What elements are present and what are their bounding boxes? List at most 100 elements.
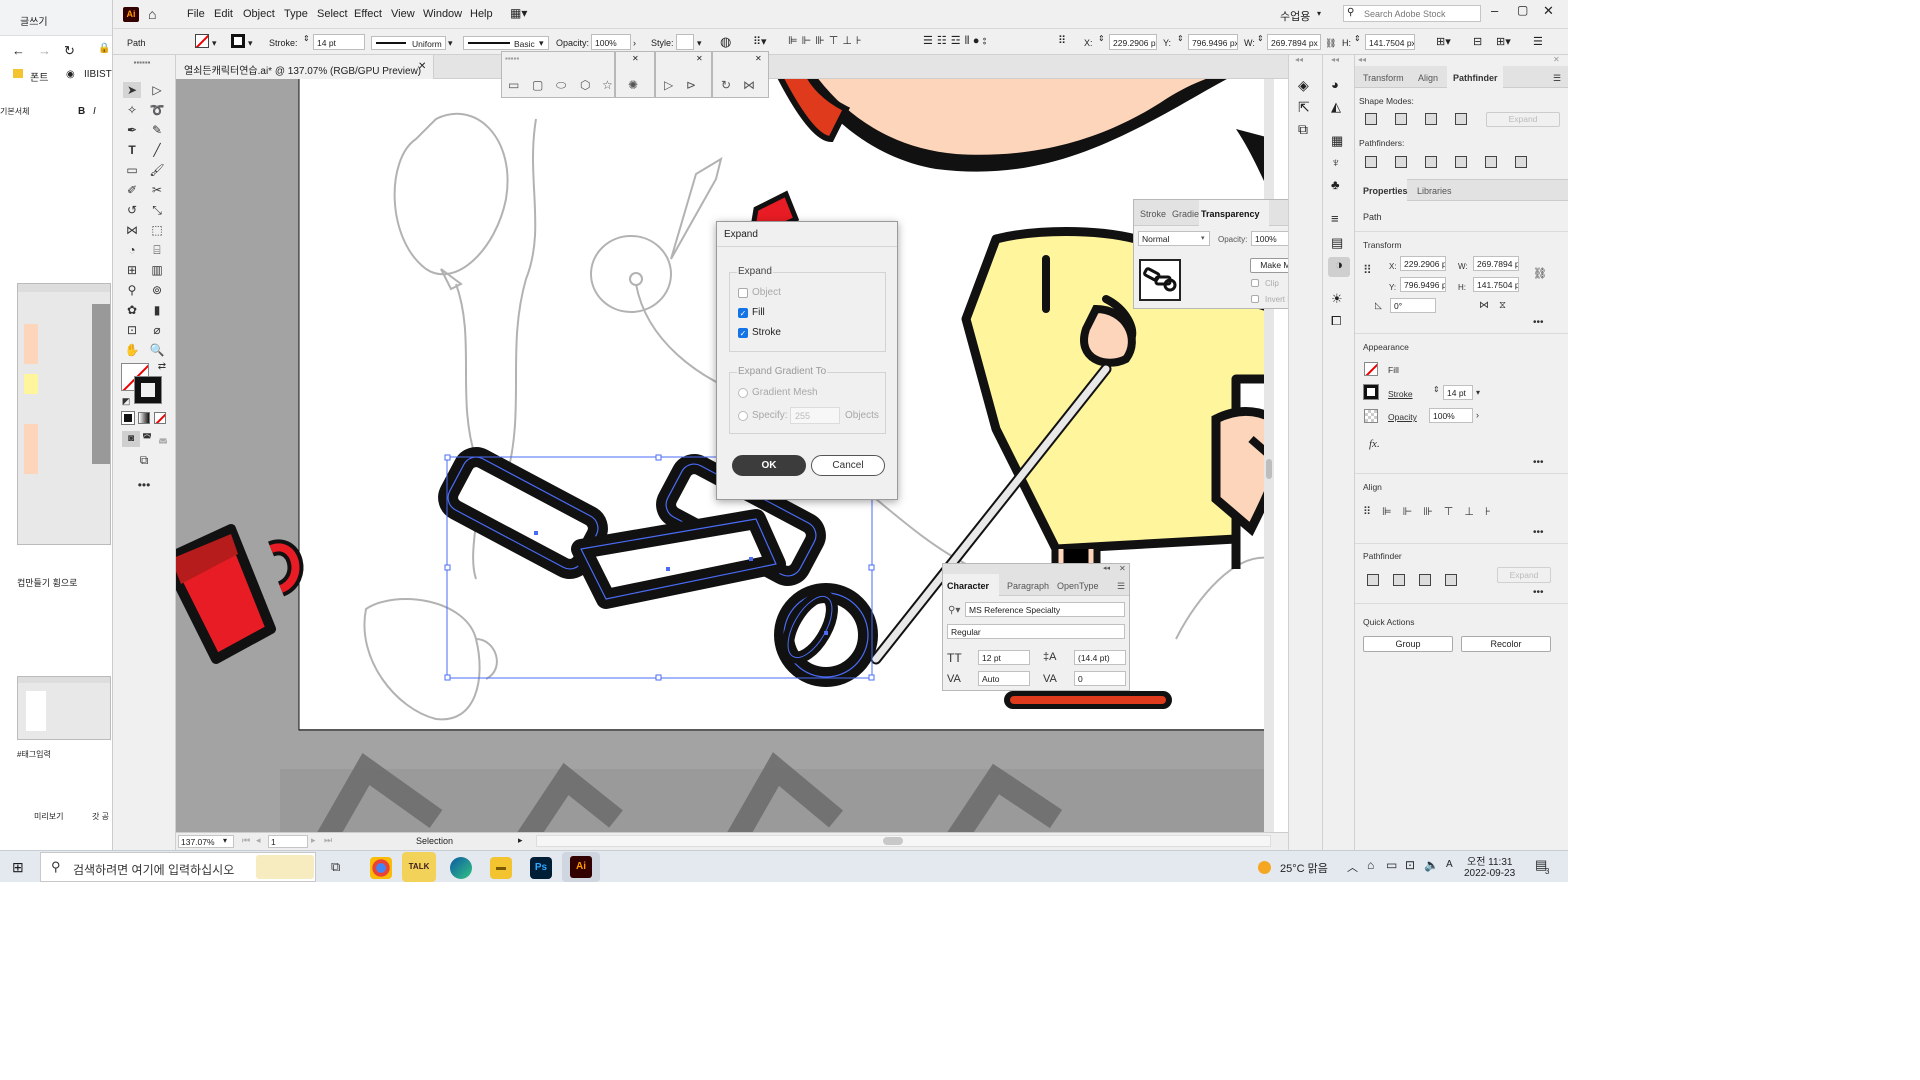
tab-opentype[interactable]: OpenType xyxy=(1057,581,1099,591)
fill-none-icon[interactable] xyxy=(1364,362,1378,376)
cancel-button[interactable]: Cancel xyxy=(811,455,885,476)
kakaotalk-icon[interactable]: TALK xyxy=(402,852,436,882)
minimize-button[interactable]: – xyxy=(1491,3,1498,18)
intersect-small-icon[interactable] xyxy=(1419,574,1431,586)
flare-tool-icon[interactable]: ✺ xyxy=(628,78,638,92)
h-field[interactable]: 141.7504 p xyxy=(1473,277,1519,292)
menu-help[interactable]: Help xyxy=(470,8,493,20)
w-stepper[interactable]: ⇕ xyxy=(1257,34,1264,43)
edge-icon[interactable] xyxy=(450,857,472,879)
transparency-panel-icon[interactable]: ◑ xyxy=(1328,257,1350,277)
trim-icon[interactable] xyxy=(1395,156,1407,168)
stroke-color-icon[interactable] xyxy=(135,377,161,403)
stroke-stepper[interactable]: ⇕ xyxy=(1433,385,1440,394)
bookmark-fonts[interactable]: 폰트 xyxy=(30,69,48,84)
exclude-small-icon[interactable] xyxy=(1445,574,1457,586)
y-stepper[interactable]: ⇕ xyxy=(1177,34,1184,43)
stroke-swatch-icon[interactable] xyxy=(1364,385,1378,399)
constrain-link-icon[interactable]: ⛓ xyxy=(1325,38,1336,49)
chevron-down-icon[interactable]: ▾ xyxy=(212,38,217,49)
recolor-button[interactable]: Recolor xyxy=(1461,636,1551,652)
tab-stroke[interactable]: Stroke xyxy=(1140,209,1166,219)
direct-select-icon[interactable]: ▷ xyxy=(664,78,673,92)
fill-checkbox[interactable]: ✓ xyxy=(738,308,748,318)
tab-transparency[interactable]: Transparency xyxy=(1201,209,1260,219)
gradient-mode-icon[interactable] xyxy=(138,412,150,424)
mesh-tool-icon[interactable]: ⊞ xyxy=(123,262,141,278)
preview-button[interactable]: 미리보기 xyxy=(34,811,63,822)
file-explorer-icon[interactable]: ▬ xyxy=(490,857,512,879)
h-field[interactable]: 141.7504 px xyxy=(1365,34,1415,50)
scissors-tool-icon[interactable]: ✂ xyxy=(148,182,166,198)
more-options-icon[interactable]: ••• xyxy=(1533,317,1544,328)
task-view-icon[interactable]: ⧉ xyxy=(331,859,340,875)
close-document-icon[interactable]: ✕ xyxy=(418,61,426,72)
color-icon[interactable]: ◕ xyxy=(1331,77,1339,92)
rotate-angle-field[interactable]: 0° xyxy=(1390,298,1436,313)
group-button[interactable]: Group xyxy=(1363,636,1453,652)
weather-text[interactable]: 25°C 맑음 xyxy=(1280,860,1328,876)
paintbrush-tool-icon[interactable]: 🖌 xyxy=(148,162,166,178)
tab-properties[interactable]: Properties xyxy=(1363,186,1408,196)
lasso-tool-icon[interactable]: ➰ xyxy=(148,102,166,118)
tab-libraries[interactable]: Libraries xyxy=(1417,186,1452,196)
hand-tool-icon[interactable]: ✋ xyxy=(123,342,141,358)
edit-toolbar-icon[interactable]: ••• xyxy=(135,477,153,493)
more-options-icon[interactable]: ••• xyxy=(1533,457,1544,468)
wifi-icon[interactable]: ⊡ xyxy=(1405,858,1415,872)
chevron-down-icon[interactable]: ▾ xyxy=(697,38,702,49)
transform-options-icon[interactable]: ⊞▾ xyxy=(1436,35,1451,48)
selection-tool-icon[interactable]: ➤ xyxy=(123,82,141,98)
panel-menu-icon[interactable]: ☰ xyxy=(1117,581,1125,592)
symbols-icon[interactable]: ♣ xyxy=(1331,177,1340,192)
chevron-down-icon[interactable]: ▾ xyxy=(539,38,544,49)
menu-edit[interactable]: Edit xyxy=(214,8,233,20)
bold-button[interactable]: B xyxy=(78,106,85,117)
close-icon[interactable]: ✕ xyxy=(1553,55,1560,64)
panel-menu-icon[interactable]: ☰ xyxy=(1553,73,1561,84)
stroke-swatch-icon[interactable] xyxy=(231,34,245,48)
menu-window[interactable]: Window xyxy=(423,8,462,20)
constrain-link-icon[interactable]: ⛓ xyxy=(1533,267,1547,280)
artboard-tool-icon[interactable]: ⊡ xyxy=(123,322,141,338)
exclude-icon[interactable] xyxy=(1455,113,1467,125)
rotate-tool-icon[interactable]: ↻ xyxy=(721,78,731,92)
merge-icon[interactable] xyxy=(1425,156,1437,168)
swatches-icon[interactable]: ▦ xyxy=(1331,133,1343,149)
rotate-tool-icon[interactable]: ↺ xyxy=(123,202,141,218)
reflect-tool-icon[interactable]: ⋈ xyxy=(743,78,755,92)
layers-icon[interactable]: ◈ xyxy=(1298,77,1309,94)
rectangle-tool-icon[interactable]: ▭ xyxy=(508,78,519,92)
w-field[interactable]: 269.7894 p xyxy=(1473,256,1519,271)
italic-button[interactable]: I xyxy=(93,106,96,117)
appearance-icon[interactable]: ☀ xyxy=(1331,291,1343,307)
home-icon[interactable]: ⌂ xyxy=(148,6,156,22)
opacity-label[interactable]: Opacity xyxy=(1388,412,1417,422)
editor-font-select[interactable]: 기본서체 xyxy=(0,106,29,117)
font-style-field[interactable]: Regular xyxy=(947,624,1125,639)
graphic-styles-icon[interactable]: ⧠ xyxy=(1331,313,1341,329)
brush-definition[interactable]: Basic xyxy=(463,36,549,50)
maximize-button[interactable]: ▢ xyxy=(1517,3,1528,17)
unite-small-icon[interactable] xyxy=(1367,574,1379,586)
recolor-artwork-icon[interactable]: ◍ xyxy=(720,34,731,50)
group-select-icon[interactable]: ⊳ xyxy=(686,78,696,92)
chevron-up-icon[interactable]: ︿ xyxy=(1347,859,1358,875)
photoshop-icon[interactable]: Ps xyxy=(530,857,552,879)
menu-effect[interactable]: Effect xyxy=(354,8,382,20)
ellipse-tool-icon[interactable]: ⬭ xyxy=(556,78,566,93)
illustrator-taskbar-button[interactable]: Ai xyxy=(562,852,600,882)
shaper-tool-icon[interactable]: ✐ xyxy=(123,182,141,198)
volume-icon[interactable]: 🔈 xyxy=(1424,858,1439,872)
color-mode-icon[interactable] xyxy=(122,412,134,424)
tab-pathfinder[interactable]: Pathfinder xyxy=(1453,73,1498,83)
rounded-rectangle-tool-icon[interactable]: ▢ xyxy=(532,78,543,92)
browser-tab[interactable]: 글쓰기 xyxy=(0,0,112,36)
gradient-mesh-radio[interactable] xyxy=(738,388,748,398)
next-artboard-icon[interactable]: ▸ xyxy=(311,835,316,846)
font-search-icon[interactable]: ⚲▾ xyxy=(948,605,960,616)
x-field[interactable]: 229.2906 px xyxy=(1109,34,1157,50)
close-icon[interactable]: ✕ xyxy=(632,54,639,63)
shape-builder-tool-icon[interactable]: ◔ xyxy=(123,242,141,258)
flip-horizontal-icon[interactable]: ⋈ xyxy=(1479,300,1489,311)
